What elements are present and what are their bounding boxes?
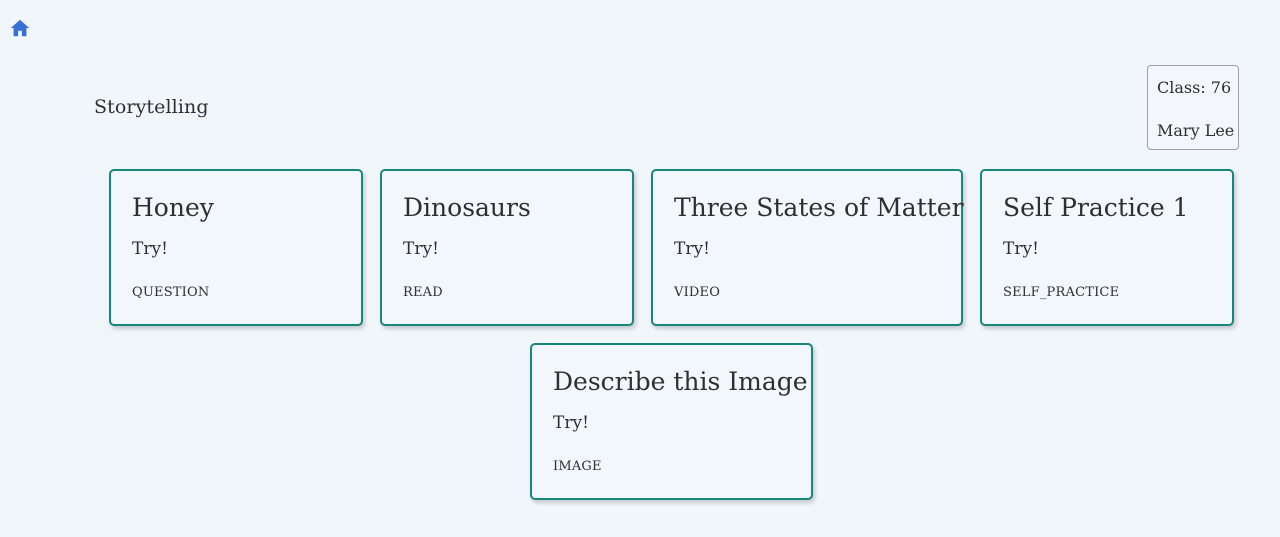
card-try-link[interactable]: Try! [553,413,589,433]
card-type-label: READ [403,285,443,300]
activity-card-dinosaurs[interactable]: Dinosaurs Try! READ [380,169,634,326]
user-name: Mary Lee [1157,121,1235,140]
card-try-link[interactable]: Try! [132,239,168,259]
user-info-box: Class: 76 Mary Lee [1147,65,1239,150]
activity-card-describe-this-image[interactable]: Describe this Image Try! IMAGE [530,343,813,500]
card-title: Three States of Matter [674,193,964,222]
class-label: Class: 76 [1157,78,1232,97]
card-try-link[interactable]: Try! [403,239,439,259]
card-type-label: IMAGE [553,459,602,474]
home-icon[interactable] [9,17,31,39]
card-title: Honey [132,193,214,222]
home-icon-graphic [10,19,30,37]
card-title: Self Practice 1 [1003,193,1189,222]
activity-card-self-practice-1[interactable]: Self Practice 1 Try! SELF_PRACTICE [980,169,1234,326]
card-title: Dinosaurs [403,193,531,222]
page-title: Storytelling [94,96,209,118]
activity-card-three-states-of-matter[interactable]: Three States of Matter Try! VIDEO [651,169,964,326]
card-title: Describe this Image [553,367,808,396]
card-type-label: VIDEO [674,285,721,300]
activity-card-honey[interactable]: Honey Try! QUESTION [109,169,363,326]
card-try-link[interactable]: Try! [674,239,710,259]
card-try-link[interactable]: Try! [1003,239,1039,259]
card-type-label: SELF_PRACTICE [1003,285,1120,300]
card-type-label: QUESTION [132,285,210,300]
